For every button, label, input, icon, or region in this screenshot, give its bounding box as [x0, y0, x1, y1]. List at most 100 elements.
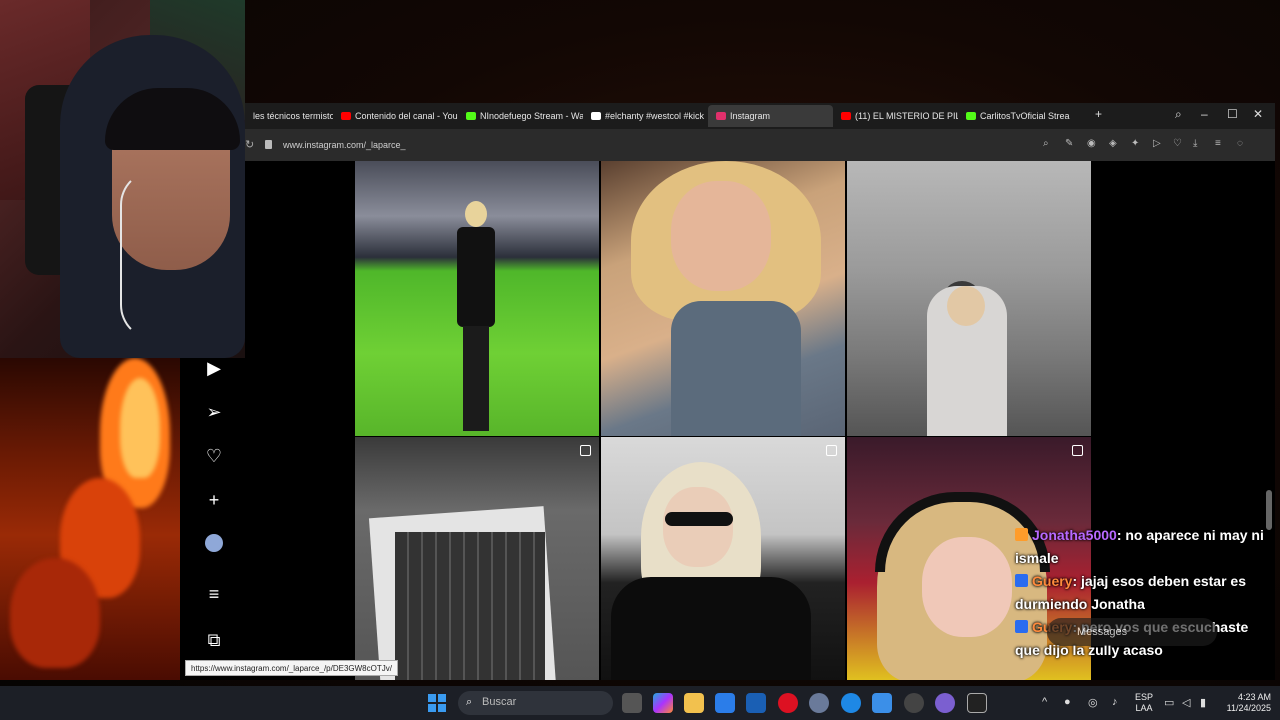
messages-label: Messages	[1077, 626, 1128, 638]
carousel-icon	[1072, 445, 1083, 456]
post-stadium[interactable]	[355, 161, 599, 436]
search-placeholder: Buscar	[482, 696, 517, 708]
tab-tiktok[interactable]: #elchanty #westcol #kick	[583, 105, 708, 127]
edge-icon[interactable]	[841, 693, 861, 713]
tab-bar: les técnicos termistor Contenido del can…	[245, 103, 1275, 129]
github-icon[interactable]	[904, 693, 924, 713]
chat-message: Jonatha5000: no aparece ni may ni ismale	[1015, 524, 1277, 570]
language-indicator[interactable]: ESP LAA	[1135, 692, 1153, 714]
date: 11/24/2025	[1226, 703, 1271, 713]
edit-icon[interactable]: ✎	[1065, 138, 1073, 149]
tab-youtube-pill[interactable]: (11) EL MISTERIO DE PILL/	[833, 105, 958, 127]
menu-icon[interactable]: ≡	[1215, 138, 1221, 149]
tab-label: Contenido del canal - You	[355, 111, 458, 121]
badge-icon	[1015, 620, 1028, 633]
url-text[interactable]: www.instagram.com/_laparce_	[283, 140, 406, 150]
network-icon[interactable]: ▭	[1164, 696, 1174, 709]
carousel-icon	[826, 445, 837, 456]
post-cathedral[interactable]	[847, 161, 1091, 436]
badge-icon	[1015, 528, 1028, 541]
taskbar-search[interactable]: ⌕ Buscar	[458, 691, 613, 715]
maximize-icon[interactable]: ☐	[1227, 107, 1238, 121]
new-tab-icon[interactable]: +	[1095, 107, 1102, 121]
app-icon[interactable]	[872, 693, 892, 713]
post-polaroid[interactable]	[355, 437, 599, 680]
minimize-icon[interactable]: –	[1201, 107, 1208, 121]
chat-message: Guery: jajaj esos deben estar es durmien…	[1015, 570, 1277, 616]
tab-label: #elchanty #westcol #kick	[605, 111, 705, 121]
tab-youtube-content[interactable]: Contenido del canal - You	[333, 105, 458, 127]
address-bar[interactable]: ↻ www.instagram.com/_laparce_ ⌕ ✎ ◉ ◈ ✦ …	[245, 129, 1275, 161]
tab-label: NInodefuego Stream - Wa	[480, 111, 583, 121]
chat-username: Jonatha5000	[1032, 527, 1117, 543]
tab-label: CarlitosTvOficial Strea	[980, 111, 1070, 121]
instagram-sidebar: ▶ ➢ ♡ + ≡ ⧉	[180, 340, 245, 680]
shield-icon[interactable]: ◈	[1109, 138, 1117, 149]
close-icon[interactable]: ✕	[1253, 107, 1263, 121]
tab-termistor[interactable]: les técnicos termistor	[245, 105, 333, 127]
post-selfie[interactable]	[601, 161, 845, 436]
search-icon: ⌕	[466, 696, 473, 708]
tray-chevron-icon[interactable]: ^	[1042, 696, 1047, 708]
zoom-icon[interactable]: ⌕	[1043, 138, 1049, 149]
create-icon[interactable]: +	[204, 490, 224, 510]
heart-icon[interactable]: ♡	[204, 446, 224, 466]
youtube-icon	[341, 112, 351, 120]
tab-label: Instagram	[730, 111, 771, 121]
youtube-icon	[841, 112, 851, 120]
send-icon[interactable]: ➢	[204, 402, 224, 422]
webcam-overlay	[0, 0, 245, 358]
tab-kick-carlitos[interactable]: CarlitosTvOficial Strea	[958, 105, 1078, 127]
badge-icon	[1015, 574, 1028, 587]
opera-icon[interactable]	[778, 693, 798, 713]
battery-icon[interactable]: ▮	[1200, 696, 1206, 709]
kick-icon	[466, 112, 476, 120]
capcut-icon[interactable]	[967, 693, 987, 713]
volume-icon[interactable]: ◁	[1182, 696, 1190, 709]
tab-instagram[interactable]: Instagram	[708, 105, 833, 127]
extension-icon[interactable]: ✦	[1131, 138, 1139, 149]
carousel-icon	[580, 445, 591, 456]
microphone-icon[interactable]: ♪	[1112, 696, 1118, 708]
kick-icon	[966, 112, 976, 120]
play-icon[interactable]: ▷	[1153, 138, 1161, 149]
instagram-icon	[716, 112, 726, 120]
tab-search-icon[interactable]: ⌕	[1175, 107, 1182, 122]
windows-start-icon[interactable]	[428, 694, 446, 712]
tray-app-icon[interactable]: ◎	[1088, 696, 1098, 709]
reload-icon[interactable]: ↻	[245, 138, 254, 151]
store-icon[interactable]	[715, 693, 735, 713]
post-sunglasses[interactable]	[601, 437, 845, 680]
camera-icon[interactable]: ◉	[1087, 138, 1096, 149]
time: 4:23 AM	[1237, 692, 1271, 702]
chat-username: Guery	[1032, 573, 1073, 589]
task-view-icon[interactable]	[622, 693, 642, 713]
post-subject	[455, 201, 495, 431]
taskbar: ⌕ Buscar ^ ● ◎ ♪ ESP LAA ▭ ◁ ▮ 4:23 AM 1…	[0, 686, 1280, 720]
tiktok-icon	[591, 112, 601, 120]
more-menu-icon[interactable]: ≡	[204, 584, 224, 604]
discord-icon[interactable]	[935, 693, 955, 713]
profile-avatar[interactable]	[204, 534, 224, 554]
clock[interactable]: 4:23 AM 11/24/2025	[1215, 692, 1271, 714]
fire-overlay	[0, 358, 180, 680]
lang-layout: LAA	[1135, 703, 1153, 713]
tab-label: (11) EL MISTERIO DE PILL/	[855, 111, 958, 121]
reels-icon[interactable]: ▶	[204, 358, 224, 378]
lock-icon	[265, 140, 272, 149]
profile-icon[interactable]: ◌	[1237, 138, 1243, 149]
heart-icon[interactable]: ♡	[1173, 138, 1182, 149]
apps-icon[interactable]: ⧉	[204, 630, 224, 650]
lang-code: ESP	[1135, 692, 1154, 702]
tab-kick-ninodefuego[interactable]: NInodefuego Stream - Wa	[458, 105, 583, 127]
status-link-preview: https://www.instagram.com/_laparce_/p/DE…	[185, 660, 398, 676]
tab-label: les técnicos termistor	[253, 111, 333, 121]
copilot-icon[interactable]	[653, 693, 673, 713]
messages-button[interactable]: Messages	[1047, 618, 1217, 646]
download-icon[interactable]: ⤓	[1193, 138, 1197, 149]
tray-app-icon[interactable]: ●	[1064, 696, 1071, 708]
settings-icon[interactable]	[809, 693, 829, 713]
file-explorer-icon[interactable]	[684, 693, 704, 713]
screen: les técnicos termistor Contenido del can…	[0, 0, 1280, 720]
outlook-icon[interactable]	[746, 693, 766, 713]
